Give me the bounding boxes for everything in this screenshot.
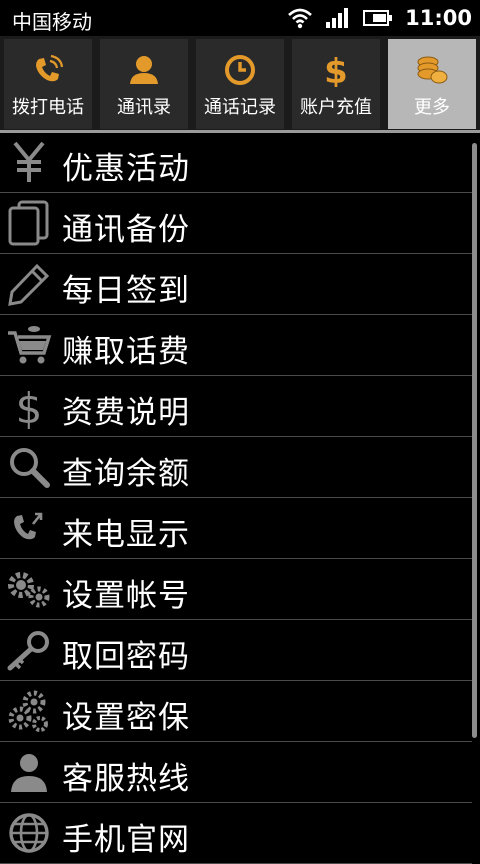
menu-item-label: 资费说明 xyxy=(62,395,190,431)
menu-item-rates[interactable]: $ 资费说明 xyxy=(0,377,472,437)
incoming-call-icon xyxy=(6,505,52,551)
battery-icon xyxy=(363,9,393,27)
backup-pages-icon xyxy=(6,200,52,246)
tab-label: 通话记录 xyxy=(204,97,276,118)
dollar-icon: $ xyxy=(6,383,52,429)
menu-item-balance[interactable]: 查询余额 xyxy=(0,438,472,498)
menu-item-label: 赚取话费 xyxy=(62,334,190,370)
gears-icon xyxy=(6,566,52,612)
cart-icon xyxy=(6,322,52,368)
more-menu-list: 优惠活动 通讯备份 每日签到 赚取话费 $ 资费说明 查询余额 来电显示 设置帐… xyxy=(0,133,480,864)
menu-item-label: 设置帐号 xyxy=(62,578,190,614)
dollar-icon: $ xyxy=(319,53,353,87)
menu-item-website[interactable]: 手机官网 xyxy=(0,804,472,864)
menu-item-label: 每日签到 xyxy=(62,273,190,309)
menu-item-label: 取回密码 xyxy=(62,639,190,675)
menu-item-security-settings[interactable]: 设置密保 xyxy=(0,682,472,742)
gears-security-icon xyxy=(6,688,52,734)
coins-icon xyxy=(415,53,449,87)
status-bar: 中国移动 11:00 xyxy=(0,0,480,36)
menu-item-label: 通讯备份 xyxy=(62,212,190,248)
pencil-icon xyxy=(6,261,52,307)
status-icons: 11:00 xyxy=(287,5,472,31)
scrollbar[interactable] xyxy=(472,143,477,738)
menu-item-label: 优惠活动 xyxy=(62,151,190,187)
phone-dial-icon xyxy=(31,53,65,87)
svg-text:$: $ xyxy=(16,384,43,429)
svg-text:$: $ xyxy=(324,53,348,87)
menu-item-hotline[interactable]: 客服热线 xyxy=(0,743,472,803)
signal-icon xyxy=(325,7,351,29)
person-icon xyxy=(6,749,52,795)
tab-bar: 拨打电话 通讯录 通话记录 $ 账户充值 更多 xyxy=(0,36,480,132)
menu-item-checkin[interactable]: 每日签到 xyxy=(0,255,472,315)
search-icon xyxy=(6,444,52,490)
tab-label: 拨打电话 xyxy=(12,97,84,118)
tab-recharge[interactable]: $ 账户充值 xyxy=(292,39,380,129)
globe-icon xyxy=(6,810,52,856)
menu-item-label: 设置密保 xyxy=(62,700,190,736)
wifi-icon xyxy=(287,7,313,29)
carrier-name: 中国移动 xyxy=(12,10,92,34)
menu-item-earn-credit[interactable]: 赚取话费 xyxy=(0,316,472,376)
menu-item-backup[interactable]: 通讯备份 xyxy=(0,194,472,254)
clock: 11:00 xyxy=(405,6,472,30)
yen-icon xyxy=(6,139,52,185)
tab-dial[interactable]: 拨打电话 xyxy=(4,39,92,129)
tab-call-log[interactable]: 通话记录 xyxy=(196,39,284,129)
key-icon xyxy=(6,627,52,673)
menu-item-promotions[interactable]: 优惠活动 xyxy=(0,133,472,193)
menu-item-label: 客服热线 xyxy=(62,761,190,797)
menu-item-label: 来电显示 xyxy=(62,517,190,553)
tab-label: 账户充值 xyxy=(300,97,372,118)
menu-item-caller-id[interactable]: 来电显示 xyxy=(0,499,472,559)
tab-more[interactable]: 更多 xyxy=(388,39,476,129)
tab-label: 通讯录 xyxy=(117,97,171,118)
menu-item-recover-password[interactable]: 取回密码 xyxy=(0,621,472,681)
tab-contacts[interactable]: 通讯录 xyxy=(100,39,188,129)
menu-item-label: 查询余额 xyxy=(62,456,190,492)
call-log-clock-icon xyxy=(223,53,257,87)
contacts-icon xyxy=(127,53,161,87)
menu-item-account-settings[interactable]: 设置帐号 xyxy=(0,560,472,620)
tab-label: 更多 xyxy=(414,97,450,118)
menu-item-label: 手机官网 xyxy=(62,822,190,858)
